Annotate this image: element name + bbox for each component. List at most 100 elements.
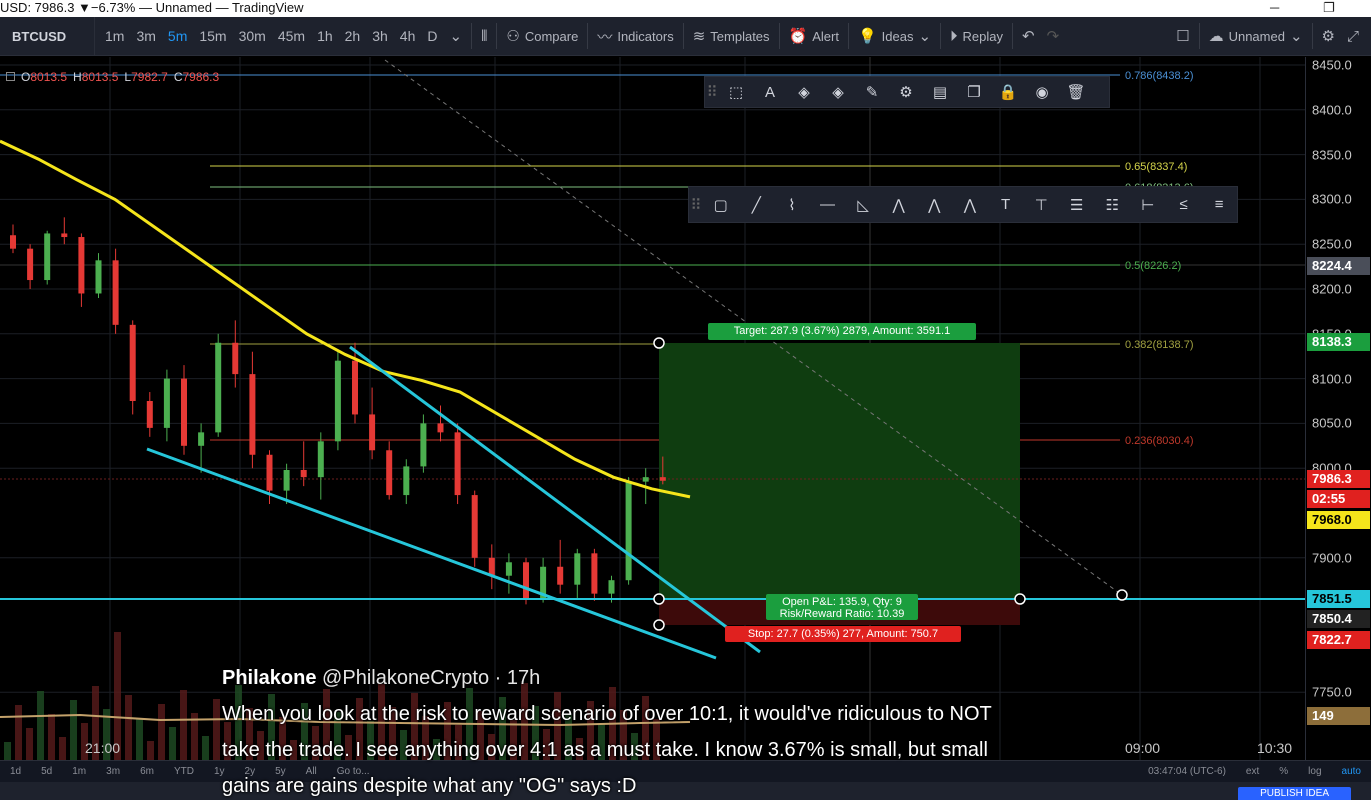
- fib-retracement-icon[interactable]: ☰: [1059, 187, 1095, 222]
- symbol-search[interactable]: BTCUSD: [0, 17, 95, 55]
- interval-4h[interactable]: 4h: [394, 17, 422, 55]
- rectangle-icon[interactable]: ▢: [703, 187, 739, 222]
- long-position-tool[interactable]: [0, 343, 1305, 625]
- chart-canvas[interactable]: 0.786(8438.2)0.65(8337.4)0.618(8313.6)0.…: [0, 57, 1305, 762]
- fullscreen-box-button[interactable]: ☐: [1170, 17, 1195, 55]
- visibility-intervals-icon[interactable]: ▤: [923, 77, 957, 107]
- candle-body: [352, 360, 358, 415]
- interval-45m[interactable]: 45m: [272, 17, 311, 55]
- triangle-icon[interactable]: ◺: [845, 187, 881, 222]
- interval-30m[interactable]: 30m: [233, 17, 272, 55]
- maximize-button[interactable]: ❐: [1323, 0, 1335, 15]
- background-bucket-icon[interactable]: ◈: [821, 77, 855, 107]
- abc-pattern-icon[interactable]: ⋀: [952, 187, 988, 222]
- candle-body: [591, 553, 598, 594]
- interval-5m[interactable]: 5m: [162, 17, 193, 55]
- replay-icon: ⏵: [950, 27, 958, 45]
- price-tick-label: 8350.0: [1312, 147, 1352, 163]
- gear-icon[interactable]: ⚙: [889, 77, 923, 107]
- range-5d[interactable]: 5d: [31, 766, 62, 777]
- fullscreen-button[interactable]: ⤢: [1341, 17, 1371, 55]
- log-toggle[interactable]: log: [1298, 766, 1331, 777]
- fill-bucket-icon[interactable]: ◈: [787, 77, 821, 107]
- legend-toggle[interactable]: [6, 72, 15, 81]
- interval-3h[interactable]: 3h: [366, 17, 394, 55]
- abcd-pattern-icon[interactable]: ⋀: [881, 187, 917, 222]
- drawings[interactable]: Target: 287.9 (3.67%) 2879, Amount: 3591…: [0, 59, 1305, 660]
- price-tick-label: 8250.0: [1312, 236, 1352, 252]
- minimize-button[interactable]: ─: [1270, 0, 1279, 15]
- interval-2h[interactable]: 2h: [339, 17, 367, 55]
- interval-15m[interactable]: 15m: [193, 17, 232, 55]
- percent-toggle[interactable]: %: [1269, 766, 1298, 777]
- indicators-label: Indicators: [617, 28, 674, 44]
- open-label: O: [21, 70, 31, 84]
- volume-bar: [180, 690, 187, 762]
- pitchfork-icon[interactable]: ≡: [1201, 187, 1237, 222]
- elliott-wave-icon[interactable]: ⋀: [917, 187, 953, 222]
- interval-3m[interactable]: 3m: [130, 17, 161, 55]
- low-price-label: 7850.4: [1307, 610, 1370, 628]
- candle-body: [300, 469, 307, 478]
- replay-button[interactable]: ⏵ Replay: [944, 17, 1009, 55]
- compare-button[interactable]: ⚇ Compare: [500, 17, 584, 55]
- text-icon[interactable]: T: [988, 187, 1024, 222]
- candle-body: [27, 248, 34, 281]
- window-title: USD: 7986.3 ▼−6.73% — Unnamed — TradingV…: [0, 0, 304, 15]
- pencil-icon[interactable]: ✎: [855, 77, 889, 107]
- settings-button[interactable]: ⚙: [1316, 17, 1341, 55]
- range-3m[interactable]: 3m: [96, 766, 130, 777]
- price-tick-label: 8050.0: [1312, 415, 1352, 431]
- fib-extension-icon[interactable]: ☷: [1095, 187, 1131, 222]
- alarm-clock-icon: ⏰: [788, 28, 808, 45]
- alert-button[interactable]: ⏰ Alert: [783, 17, 845, 55]
- range-1m[interactable]: 1m: [62, 766, 96, 777]
- candle-body: [61, 233, 68, 238]
- date-range-icon[interactable]: ⊢: [1130, 187, 1166, 222]
- tweet-header: Philakone @PhilakoneCrypto · 17h: [222, 667, 1162, 690]
- ext-toggle[interactable]: ext: [1236, 766, 1269, 777]
- chart-pane[interactable]: 0.786(8438.2)0.65(8337.4)0.618(8313.6)0.…: [0, 57, 1305, 762]
- range-6m[interactable]: 6m: [130, 766, 164, 777]
- clone-icon[interactable]: ❐: [957, 77, 991, 107]
- candles-icon: ⫴: [481, 27, 488, 45]
- ideas-button[interactable]: 💡 Ideas ⌄: [852, 17, 937, 55]
- candle-body: [232, 342, 239, 375]
- drag-handle-icon[interactable]: ⠿: [689, 187, 703, 222]
- divider: [496, 23, 498, 49]
- fib-fan-icon[interactable]: ≤: [1166, 187, 1202, 222]
- interval-1m[interactable]: 1m: [99, 17, 130, 55]
- range-1d[interactable]: 1d: [0, 766, 31, 777]
- target-label: Target: 287.9 (3.67%) 2879, Amount: 3591…: [734, 325, 950, 337]
- template-icon[interactable]: ⬚: [719, 77, 753, 107]
- auto-toggle[interactable]: auto: [1332, 766, 1371, 777]
- text-color-icon[interactable]: A: [753, 77, 787, 107]
- layout-button[interactable]: ☁ Unnamed ⌄: [1203, 17, 1309, 55]
- pnl-label: Risk/Reward Ratio: 10.39: [780, 608, 905, 620]
- brush-icon[interactable]: ⌇: [774, 187, 810, 222]
- drag-handle-icon[interactable]: ⠿: [705, 77, 719, 107]
- horizontal-line-icon[interactable]: —: [810, 187, 846, 222]
- templates-button[interactable]: ≋ Templates: [687, 17, 776, 55]
- undo-button[interactable]: ↶: [1016, 17, 1041, 55]
- fib-level-label: 0.786(8438.2): [1125, 70, 1194, 82]
- anchored-text-icon[interactable]: ⊤: [1023, 187, 1059, 222]
- publish-idea-button[interactable]: PUBLISH IDEA: [1238, 787, 1351, 800]
- chart-type-button[interactable]: ⫴: [475, 17, 493, 55]
- moving-average-line: [0, 139, 691, 499]
- trash-icon[interactable]: 🗑: [1059, 77, 1093, 107]
- chevron-down-icon: ⌄: [449, 28, 463, 45]
- indicators-button[interactable]: 〰 Indicators: [591, 17, 679, 55]
- redo-button[interactable]: ↷: [1041, 17, 1066, 55]
- eye-icon[interactable]: ◉: [1025, 77, 1059, 107]
- range-ytd[interactable]: YTD: [164, 766, 204, 777]
- lock-icon[interactable]: 🔒: [991, 77, 1025, 107]
- interval-1h[interactable]: 1h: [311, 17, 339, 55]
- interval-dropdown[interactable]: ⌄: [444, 17, 469, 55]
- interval-D[interactable]: D: [421, 17, 443, 55]
- candlestick-series: [10, 217, 666, 605]
- trend-line-icon[interactable]: ╱: [738, 187, 774, 222]
- window-title-bar: USD: 7986.3 ▼−6.73% — Unnamed — TradingV…: [0, 0, 1371, 17]
- volume-bar: [158, 704, 165, 762]
- price-axis[interactable]: 8450.08400.08350.08300.08250.08200.08150…: [1305, 57, 1371, 762]
